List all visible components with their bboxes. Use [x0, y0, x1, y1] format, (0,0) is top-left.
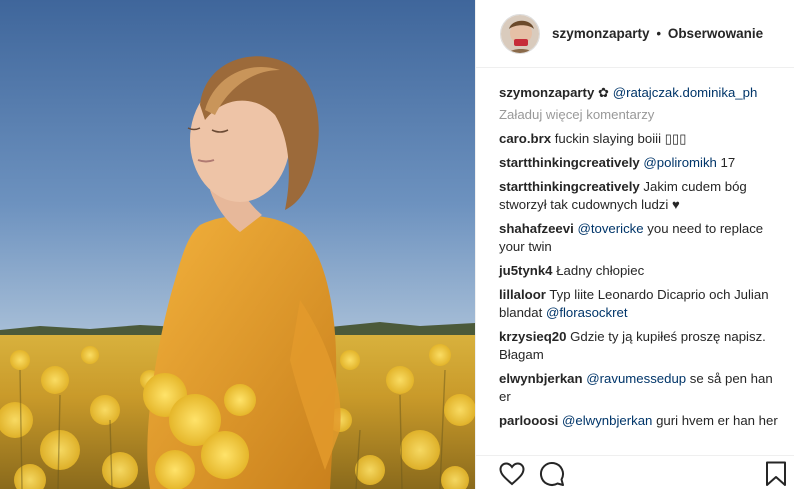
comment-text: guri hvem er han her	[656, 413, 778, 428]
comment-emoji: ▯▯▯	[664, 131, 687, 146]
comment-mention[interactable]: @ravumessedup	[586, 371, 686, 386]
speech-bubble-icon	[540, 462, 564, 486]
comment-username[interactable]: elwynbjerkan	[499, 371, 583, 386]
comment: krzysieq20 Gdzie ty ją kupiłeś proszę na…	[499, 328, 779, 364]
post-sidebar: szymonzaparty • Obserwowanie szymonzapar…	[475, 0, 794, 489]
avatar-image	[501, 14, 539, 53]
save-button[interactable]	[762, 460, 790, 488]
caption-mention[interactable]: @ratajczak.dominika_ph	[613, 85, 758, 100]
comment-username[interactable]: krzysieq20	[499, 329, 566, 344]
comment-username[interactable]: ju5tynk4	[499, 263, 553, 278]
post-photo[interactable]	[0, 0, 475, 489]
load-more-comments-button[interactable]: Załaduj więcej komentarzy	[499, 106, 779, 124]
comment-text: 17	[720, 155, 736, 170]
comment: caro.brx fuckin slaying boiii ▯▯▯	[499, 130, 779, 148]
comment-username[interactable]: caro.brx	[499, 131, 551, 146]
comment-mention[interactable]: @florasockret	[546, 305, 628, 320]
avatar[interactable]	[500, 13, 540, 54]
photo-image	[0, 0, 475, 489]
bookmark-icon	[766, 461, 786, 486]
comment-username[interactable]: shahafzeevi	[499, 221, 574, 236]
comment: shahafzeevi @tovericke you need to repla…	[499, 220, 779, 256]
comment: elwynbjerkan @ravumessedup se så pen han…	[499, 370, 779, 406]
comment-username[interactable]: parlooosi	[499, 413, 558, 428]
comment: startthinkingcreatively Jakim cudem bóg …	[499, 178, 779, 214]
follow-status-button[interactable]: Obserwowanie	[668, 26, 763, 41]
comment-mention[interactable]: @tovericke	[577, 221, 643, 236]
caption-username[interactable]: szymonzaparty	[499, 85, 594, 100]
comment-text: Ładny chłopiec	[556, 263, 645, 278]
comment: parlooosi @elwynbjerkan guri hvem er han…	[499, 412, 779, 430]
heart-outline-icon	[499, 462, 525, 486]
comments-list[interactable]: szymonzaparty ✿ @ratajczak.dominika_ph Z…	[476, 68, 794, 455]
comment: lillaloor Typ liite Leonardo Dicaprio oc…	[499, 286, 779, 322]
comment-mention[interactable]: @poliromikh	[643, 155, 716, 170]
comment: ju5tynk4 Ładny chłopiec	[499, 262, 779, 280]
header-text: szymonzaparty • Obserwowanie	[552, 26, 763, 41]
instagram-post: szymonzaparty • Obserwowanie szymonzapar…	[0, 0, 794, 489]
caption: szymonzaparty ✿ @ratajczak.dominika_ph	[499, 84, 779, 102]
flower-emoji: ✿	[597, 85, 610, 100]
like-button[interactable]	[498, 460, 526, 488]
heart-emoji: ♥	[671, 197, 680, 212]
header-username[interactable]: szymonzaparty	[552, 26, 650, 41]
header-separator: •	[656, 26, 662, 41]
comment-mention[interactable]: @elwynbjerkan	[562, 413, 652, 428]
comment: startthinkingcreatively @poliromikh 17	[499, 154, 779, 172]
comment-text: fuckin slaying boiii	[554, 131, 662, 146]
comment-username[interactable]: startthinkingcreatively	[499, 155, 640, 170]
action-bar	[476, 455, 794, 489]
comment-button[interactable]	[538, 460, 566, 488]
comment-username[interactable]: startthinkingcreatively	[499, 179, 640, 194]
post-header: szymonzaparty • Obserwowanie	[476, 0, 794, 68]
comment-username[interactable]: lillaloor	[499, 287, 546, 302]
